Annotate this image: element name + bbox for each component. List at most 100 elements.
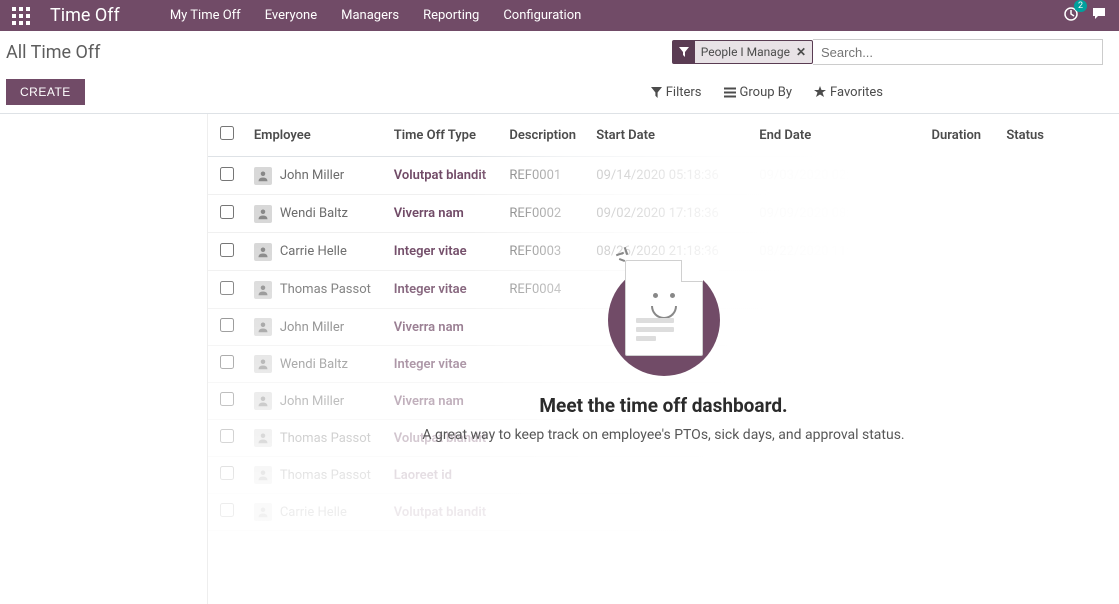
duration-cell <box>914 233 998 271</box>
duration-cell <box>914 157 998 195</box>
row-checkbox[interactable] <box>220 392 234 406</box>
table-row[interactable]: John Miller Volutpat blandit REF000109/14/… <box>208 157 1119 195</box>
type-link[interactable]: Viverra nam <box>394 320 464 335</box>
type-link[interactable]: Volutpat blandit <box>394 168 486 183</box>
avatar-icon <box>254 355 272 373</box>
activity-icon[interactable]: 2 <box>1063 6 1079 26</box>
type-link[interactable]: Laoreet id <box>394 468 452 483</box>
avatar-icon <box>254 503 272 521</box>
end-date-cell: 09/09/2020 08:18:36 <box>751 195 914 233</box>
favorites-button[interactable]: Favorites <box>814 85 883 100</box>
nav-item-everyone[interactable]: Everyone <box>265 8 317 23</box>
col-employee[interactable]: Employee <box>246 114 386 157</box>
breadcrumb: All Time Off <box>4 42 100 63</box>
type-link[interactable]: Viverra nam <box>394 206 464 221</box>
employee-name: Thomas Passot <box>280 431 371 446</box>
col-startdate[interactable]: Start Date <box>588 114 751 157</box>
avatar-icon <box>254 429 272 447</box>
avatar-icon <box>254 167 272 185</box>
duration-cell <box>914 309 998 346</box>
col-type[interactable]: Time Off Type <box>386 114 502 157</box>
nav-item-managers[interactable]: Managers <box>341 8 399 23</box>
table-row[interactable]: Carrie HelleInteger vitaeREF000308/26/20… <box>208 233 1119 271</box>
row-checkbox[interactable] <box>220 318 234 332</box>
duration-cell <box>914 195 998 233</box>
funnel-icon <box>651 87 662 98</box>
row-checkbox[interactable] <box>220 429 234 443</box>
employee-name: Thomas Passot <box>280 468 371 483</box>
type-link[interactable]: Volutpat blandit <box>394 505 486 520</box>
nav-item-configuration[interactable]: Configuration <box>503 8 581 23</box>
status-cell <box>998 420 1119 457</box>
row-checkbox[interactable] <box>220 355 234 369</box>
col-description[interactable]: Description <box>501 114 588 157</box>
star-icon <box>814 86 826 98</box>
duration-cell <box>914 271 998 309</box>
employee-name: Carrie Helle <box>280 505 347 520</box>
nav-item-reporting[interactable]: Reporting <box>423 8 479 23</box>
avatar-icon <box>254 318 272 336</box>
row-checkbox[interactable] <box>220 466 234 480</box>
apps-icon[interactable] <box>12 7 30 25</box>
table-row[interactable]: Thomas Passot Laoreet id <box>208 457 1119 494</box>
description-cell <box>501 383 588 420</box>
description-cell: REF0001 <box>501 157 588 195</box>
search-area: People I Manage ✕ <box>672 39 1103 65</box>
table-row[interactable]: Thomas Passot Volutpat blandit <box>208 420 1119 457</box>
row-checkbox[interactable] <box>220 503 234 517</box>
type-link[interactable]: Volutpat blandit <box>394 431 486 446</box>
chat-icon[interactable] <box>1091 6 1107 26</box>
end-date-cell <box>751 494 914 531</box>
type-link[interactable]: Integer vitae <box>394 357 467 372</box>
start-date-cell <box>588 309 751 346</box>
row-checkbox[interactable] <box>220 243 234 257</box>
type-link[interactable]: Viverra nam <box>394 394 464 409</box>
start-date-cell <box>588 457 751 494</box>
type-link[interactable]: Integer vitae <box>394 244 467 259</box>
status-cell <box>998 494 1119 531</box>
nav-item-mytimeoff[interactable]: My Time Off <box>170 8 241 23</box>
avatar-icon <box>254 281 272 299</box>
table-row[interactable]: John MillerViverra nam <box>208 383 1119 420</box>
list-icon <box>724 87 736 98</box>
col-enddate[interactable]: End Date <box>751 114 914 157</box>
start-date-cell: 09/14/2020 05:18:36 <box>588 157 751 195</box>
employee-name: Wendi Baltz <box>280 206 348 221</box>
filters-button[interactable]: Filters <box>651 85 702 100</box>
type-link[interactable]: Integer vitae <box>394 282 467 297</box>
avatar-icon <box>254 466 272 484</box>
notif-badge: 2 <box>1074 0 1087 12</box>
search-input[interactable] <box>813 39 1103 65</box>
avatar-icon <box>254 205 272 223</box>
control-panel: All Time Off People I Manage ✕ CREATE Fi… <box>0 31 1119 114</box>
duration-cell <box>914 457 998 494</box>
end-date-cell <box>751 420 914 457</box>
list-view: Employee Time Off Type Description Start… <box>208 114 1119 604</box>
duration-cell <box>914 494 998 531</box>
create-button[interactable]: CREATE <box>6 79 85 105</box>
table-row[interactable]: Wendi BaltzInteger vitae <box>208 346 1119 383</box>
select-all-checkbox[interactable] <box>220 126 234 140</box>
start-date-cell <box>588 383 751 420</box>
status-cell <box>998 346 1119 383</box>
row-checkbox[interactable] <box>220 167 234 181</box>
status-cell <box>998 309 1119 346</box>
search-facet: People I Manage ✕ <box>672 40 813 64</box>
table-row[interactable]: John MillerViverra nam <box>208 309 1119 346</box>
description-cell: REF0004 <box>501 271 588 309</box>
employee-name: John Miller <box>280 168 344 183</box>
row-checkbox[interactable] <box>220 205 234 219</box>
status-cell <box>998 457 1119 494</box>
end-date-cell <box>751 457 914 494</box>
col-duration[interactable]: Duration <box>914 114 998 157</box>
table-row[interactable]: Wendi BaltzViverra namREF000209/02/2020 … <box>208 195 1119 233</box>
table-row[interactable]: Thomas PassotInteger vitaeREF0004To Subm… <box>208 271 1119 309</box>
start-date-cell <box>588 494 751 531</box>
end-date-cell <box>751 309 914 346</box>
table-row[interactable]: Carrie Helle Volutpat blandit <box>208 494 1119 531</box>
col-status[interactable]: Status <box>998 114 1119 157</box>
facet-remove-icon[interactable]: ✕ <box>796 45 806 59</box>
app-brand[interactable]: Time Off <box>50 5 120 26</box>
groupby-button[interactable]: Group By <box>724 85 793 100</box>
row-checkbox[interactable] <box>220 281 234 295</box>
